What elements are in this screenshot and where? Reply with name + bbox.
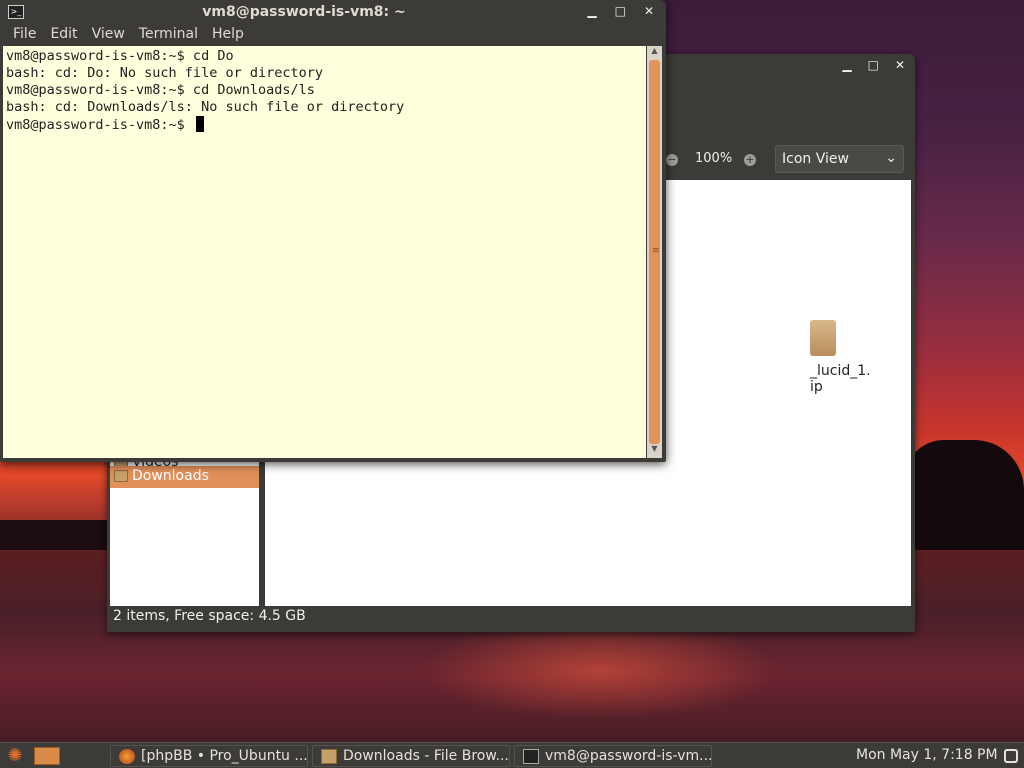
wallpaper-trees — [904, 440, 1024, 550]
downloads-folder-icon — [114, 470, 128, 482]
chevron-down-icon: ⌄ — [885, 150, 897, 166]
terminal-line: vm8@password-is-vm8:~$ cd Downloads/ls — [6, 82, 315, 98]
minimize-button[interactable]: ▁ — [842, 58, 851, 72]
menu-view[interactable]: View — [85, 24, 132, 46]
folder-icon — [321, 749, 337, 764]
file-name-line1: _lucid_1. — [810, 363, 871, 379]
show-desktop-button[interactable] — [34, 747, 60, 765]
bottom-panel: ✺ [phpBB • Pro_Ubuntu ... Downloads - Fi… — [0, 742, 1024, 768]
zoom-in-icon[interactable]: + — [744, 154, 756, 166]
menu-terminal[interactable]: Terminal — [132, 24, 205, 46]
status-bar: 2 items, Free space: 4.5 GB — [113, 608, 306, 624]
places-sidebar: Videos Downloads — [110, 454, 259, 606]
terminal-scrollbar[interactable]: ▲ ≡ ▼ — [647, 46, 662, 458]
taskbar-item-firefox[interactable]: [phpBB • Pro_Ubuntu ... — [110, 745, 308, 767]
file-name-line2: ip — [810, 379, 823, 395]
taskbar-item-terminal[interactable]: vm8@password-is-vm... — [514, 745, 712, 767]
clock[interactable]: Mon May 1, 7:18 PM — [856, 747, 998, 763]
zoom-out-icon[interactable]: − — [666, 154, 678, 166]
terminal-line: bash: cd: Do: No such file or directory — [6, 65, 323, 81]
taskbar-item-label: vm8@password-is-vm... — [545, 748, 712, 764]
terminal-prompt: vm8@password-is-vm8:~$ — [6, 117, 193, 133]
terminal-titlebar[interactable]: >_ vm8@password-is-vm8: ~ ▁ □ ✕ — [0, 0, 666, 24]
grip-icon: ≡ — [652, 246, 660, 256]
scroll-down-arrow-icon[interactable]: ▼ — [647, 444, 662, 458]
sidebar-item-label: Downloads — [132, 468, 209, 484]
terminal-icon — [523, 749, 539, 764]
terminal-line: vm8@password-is-vm8:~$ cd Do — [6, 48, 234, 64]
package-icon — [810, 320, 836, 356]
window-title: vm8@password-is-vm8: ~ — [202, 4, 406, 20]
wallpaper-reflection — [420, 620, 780, 720]
view-mode-label: Icon View — [782, 151, 849, 167]
menu-edit[interactable]: Edit — [43, 24, 84, 46]
file-browser-window-controls: ▁ □ ✕ — [842, 58, 905, 72]
scroll-up-arrow-icon[interactable]: ▲ — [647, 46, 662, 60]
taskbar-item-label: [phpBB • Pro_Ubuntu ... — [141, 748, 308, 764]
text-cursor — [195, 116, 204, 132]
taskbar-item-file-browser[interactable]: Downloads - File Brow... — [312, 745, 510, 767]
close-button[interactable]: ✕ — [895, 58, 905, 72]
terminal-window-controls: ▁ □ ✕ — [587, 4, 654, 18]
maximize-button[interactable]: □ — [615, 4, 626, 18]
menu-file[interactable]: File — [6, 24, 43, 46]
close-button[interactable]: ✕ — [644, 4, 654, 18]
zoom-level: 100% — [695, 151, 733, 166]
power-icon[interactable] — [1004, 749, 1018, 763]
firefox-icon — [119, 749, 135, 764]
sidebar-item-downloads[interactable]: Downloads — [110, 466, 259, 488]
terminal-output[interactable]: vm8@password-is-vm8:~$ cd Do bash: cd: Do… — [3, 46, 646, 458]
maximize-button[interactable]: □ — [868, 58, 879, 72]
minimize-button[interactable]: ▁ — [587, 4, 596, 18]
file-name: _lucid_1. ip — [810, 363, 871, 395]
ubuntu-logo-icon[interactable]: ✺ — [4, 746, 26, 766]
view-mode-select[interactable]: Icon View ⌄ — [775, 145, 904, 173]
scrollbar-thumb[interactable]: ≡ — [649, 60, 660, 444]
terminal-line: bash: cd: Downloads/ls: No such file or … — [6, 99, 405, 115]
terminal-prompt-line[interactable]: vm8@password-is-vm8:~$ — [6, 116, 643, 133]
menu-help[interactable]: Help — [205, 24, 251, 46]
taskbar-item-label: Downloads - File Brow... — [343, 748, 509, 764]
terminal-window[interactable]: >_ vm8@password-is-vm8: ~ ▁ □ ✕ File Edi… — [0, 0, 666, 462]
terminal-menubar: File Edit View Terminal Help — [0, 24, 251, 46]
